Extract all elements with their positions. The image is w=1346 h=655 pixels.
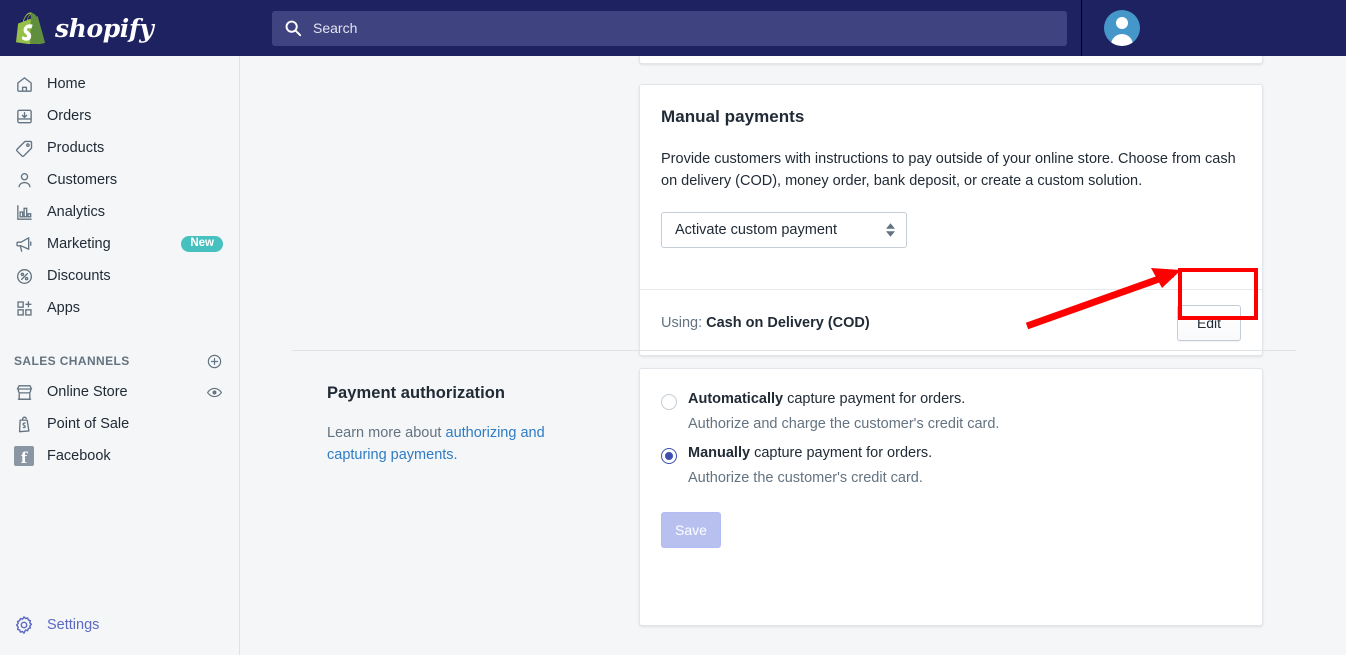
customer-person-icon bbox=[14, 170, 34, 190]
radio-manual-rest: capture payment for orders. bbox=[750, 445, 932, 461]
sidebar-item-label: Online Store bbox=[47, 384, 192, 400]
top-bar: shopify bbox=[0, 0, 1346, 56]
discount-percent-icon bbox=[14, 266, 34, 286]
previous-card-partial bbox=[639, 56, 1263, 64]
radio-manual-strong: Manually bbox=[688, 445, 750, 461]
pos-bag-icon bbox=[14, 414, 34, 434]
plus-circle-icon[interactable] bbox=[205, 352, 223, 370]
activate-custom-payment-select-wrap: Activate custom payment Cash on Delivery… bbox=[661, 212, 907, 248]
sidebar-item-label: Point of Sale bbox=[47, 416, 223, 432]
shopify-bag-icon bbox=[16, 12, 46, 44]
facebook-icon: f bbox=[14, 446, 34, 466]
payment-authorization-card: Automatically capture payment for orders… bbox=[639, 368, 1263, 626]
manual-payments-body: Manual payments Provide customers with i… bbox=[640, 85, 1262, 248]
sidebar-item-discounts[interactable]: Discounts bbox=[0, 260, 239, 292]
avatar-body-icon bbox=[1111, 34, 1133, 46]
sidebar-nav: Home Orders Products bbox=[0, 56, 239, 324]
manual-payments-description: Provide customers with instructions to p… bbox=[661, 148, 1239, 192]
radio-option-manual: Manually capture payment for orders. Aut… bbox=[661, 445, 1241, 486]
shopify-logo[interactable]: shopify bbox=[0, 0, 240, 56]
search-icon bbox=[284, 19, 302, 37]
sidebar-item-analytics[interactable]: Analytics bbox=[0, 196, 239, 228]
using-prefix: Using: bbox=[661, 315, 702, 331]
marketing-megaphone-icon bbox=[14, 234, 34, 254]
sidebar-item-label: Discounts bbox=[47, 268, 223, 284]
sidebar-item-home[interactable]: Home bbox=[0, 68, 239, 100]
section-divider bbox=[292, 350, 1296, 351]
radio-option-manual-row[interactable]: Manually capture payment for orders. bbox=[661, 445, 1241, 464]
radio-manual-label: Manually capture payment for orders. bbox=[688, 445, 932, 461]
using-method-text: Using: Cash on Delivery (COD) bbox=[661, 315, 1177, 331]
sidebar: Home Orders Products bbox=[0, 56, 240, 655]
radio-option-automatic: Automatically capture payment for orders… bbox=[661, 391, 1241, 432]
search-input[interactable] bbox=[313, 20, 1055, 36]
payment-authorization-subtext: Learn more about authorizing and capturi… bbox=[327, 423, 597, 467]
product-tag-icon bbox=[14, 138, 34, 158]
manual-payments-title: Manual payments bbox=[661, 107, 1241, 127]
radio-manual-help: Authorize the customer's credit card. bbox=[688, 470, 1241, 486]
learn-more-prefix: Learn more about bbox=[327, 425, 446, 441]
sidebar-item-facebook[interactable]: f Facebook bbox=[0, 440, 239, 472]
sidebar-item-online-store[interactable]: Online Store bbox=[0, 376, 239, 408]
sidebar-item-point-of-sale[interactable]: Point of Sale bbox=[0, 408, 239, 440]
apps-grid-plus-icon bbox=[14, 298, 34, 318]
payment-authorization-title: Payment authorization bbox=[327, 384, 597, 403]
sidebar-item-apps[interactable]: Apps bbox=[0, 292, 239, 324]
main-content: Manual payments Provide customers with i… bbox=[241, 56, 1346, 655]
payment-authorization-label: Payment authorization Learn more about a… bbox=[327, 384, 597, 467]
edit-button[interactable]: Edit bbox=[1177, 305, 1241, 341]
sidebar-item-customers[interactable]: Customers bbox=[0, 164, 239, 196]
analytics-bars-icon bbox=[14, 202, 34, 222]
sidebar-item-label: Marketing bbox=[47, 236, 168, 252]
manual-payments-card: Manual payments Provide customers with i… bbox=[639, 84, 1263, 356]
radio-automatic-help: Authorize and charge the customer's cred… bbox=[688, 416, 1241, 432]
radio-automatic-label: Automatically capture payment for orders… bbox=[688, 391, 965, 407]
storefront-icon bbox=[14, 382, 34, 402]
eye-icon[interactable] bbox=[205, 383, 223, 401]
using-method-value: Cash on Delivery (COD) bbox=[706, 315, 870, 331]
sales-channels-title: SALES CHANNELS bbox=[14, 354, 205, 368]
manual-payments-footer: Using: Cash on Delivery (COD) Edit bbox=[640, 289, 1262, 355]
save-button[interactable]: Save bbox=[661, 512, 721, 548]
radio-automatic-strong: Automatically bbox=[688, 391, 783, 407]
sidebar-item-label: Orders bbox=[47, 108, 223, 124]
orders-inbox-icon bbox=[14, 106, 34, 126]
radio-manual-indicator[interactable] bbox=[661, 448, 677, 464]
sidebar-item-marketing[interactable]: Marketing New bbox=[0, 228, 239, 260]
sidebar-item-label: Home bbox=[47, 76, 223, 92]
payment-authorization-body: Automatically capture payment for orders… bbox=[640, 369, 1262, 548]
sidebar-item-label: Facebook bbox=[47, 448, 223, 464]
sidebar-item-label: Customers bbox=[47, 172, 223, 188]
activate-custom-payment-select[interactable]: Activate custom payment Cash on Delivery… bbox=[661, 212, 907, 248]
sidebar-item-label: Analytics bbox=[47, 204, 223, 220]
radio-automatic-indicator[interactable] bbox=[661, 394, 677, 410]
sidebar-item-products[interactable]: Products bbox=[0, 132, 239, 164]
status-badge: New bbox=[181, 236, 223, 253]
brand-name: shopify bbox=[55, 14, 153, 43]
avatar[interactable] bbox=[1104, 10, 1140, 46]
search-bar[interactable] bbox=[272, 11, 1067, 46]
gear-icon bbox=[14, 615, 34, 635]
avatar-head-icon bbox=[1116, 17, 1128, 29]
radio-automatic-rest: capture payment for orders. bbox=[783, 391, 965, 407]
sidebar-item-orders[interactable]: Orders bbox=[0, 100, 239, 132]
radio-option-automatic-row[interactable]: Automatically capture payment for orders… bbox=[661, 391, 1241, 410]
topbar-divider bbox=[1081, 0, 1082, 56]
sidebar-item-label: Settings bbox=[47, 617, 224, 633]
home-icon bbox=[14, 74, 34, 94]
sales-channels-header: SALES CHANNELS bbox=[0, 346, 239, 376]
sidebar-item-settings[interactable]: Settings bbox=[0, 609, 240, 641]
sidebar-item-label: Apps bbox=[47, 300, 223, 316]
sidebar-item-label: Products bbox=[47, 140, 223, 156]
